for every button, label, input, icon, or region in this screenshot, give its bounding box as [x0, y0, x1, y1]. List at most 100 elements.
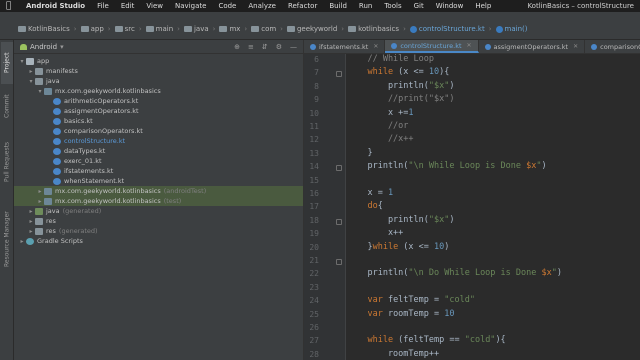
- menu-file[interactable]: File: [91, 2, 115, 10]
- menu-build[interactable]: Build: [323, 2, 353, 10]
- tree-item[interactable]: exerc_01.kt: [14, 156, 303, 166]
- breadcrumb-item[interactable]: java: [183, 25, 209, 33]
- code-line: // While Loop: [347, 54, 434, 67]
- tree-item[interactable]: arithmeticOperators.kt: [14, 96, 303, 106]
- menu-edit[interactable]: Edit: [115, 2, 141, 10]
- chevron-right-icon[interactable]: ▸: [27, 228, 35, 235]
- folder-icon: [219, 26, 228, 32]
- menu-window[interactable]: Window: [430, 2, 470, 10]
- tree-item-label: assigmentOperators.kt: [64, 107, 139, 115]
- code-token: while: [372, 241, 399, 252]
- menu-git[interactable]: Git: [408, 2, 430, 10]
- tree-item[interactable]: ▸ res (generated): [14, 226, 303, 236]
- chevron-down-icon[interactable]: ▾: [18, 58, 26, 65]
- tree-item[interactable]: ▸ mx.com.geekyworld.kotlinbasics (androidT…: [14, 186, 303, 196]
- tree-item-label: res: [46, 217, 56, 225]
- tool-tab-pull-requests[interactable]: Pull Requests: [1, 132, 13, 192]
- tree-item[interactable]: assigmentOperators.kt: [14, 106, 303, 116]
- breadcrumb-item[interactable]: main(): [495, 25, 528, 33]
- fold-marker-icon[interactable]: [336, 218, 342, 225]
- breadcrumb: KotlinBasics › app › src › main › java › mx › com › ge…: [18, 25, 528, 33]
- chevron-down-icon[interactable]: ▾: [36, 88, 44, 95]
- app-menu[interactable]: Android Studio: [20, 2, 91, 10]
- tree-item[interactable]: ▸ mx.com.geekyworld.kotlinbasics (test): [14, 196, 303, 206]
- expand-all-icon[interactable]: ⇵: [262, 43, 268, 51]
- project-view-selector[interactable]: Android ▾: [20, 43, 64, 51]
- line-number: 8: [314, 81, 319, 91]
- editor-tab[interactable]: assigmentOperators.kt ✕: [479, 40, 586, 53]
- menu-code[interactable]: Code: [212, 2, 242, 10]
- tool-tab-project[interactable]: Project: [1, 42, 13, 84]
- chevron-down-icon[interactable]: ▾: [27, 78, 35, 85]
- kotlin-file-icon: [53, 117, 61, 125]
- chevron-right-icon[interactable]: ▸: [18, 238, 26, 245]
- code-line: var feltTemp = "cold": [347, 295, 475, 308]
- close-icon[interactable]: ✕: [373, 43, 378, 50]
- tree-item[interactable]: whenStatement.kt: [14, 176, 303, 186]
- breadcrumb-item[interactable]: KotlinBasics: [18, 25, 70, 33]
- code-token: ): [449, 80, 455, 91]
- tool-tab-commit[interactable]: Commit: [1, 88, 13, 124]
- tree-item[interactable]: ▾ java: [14, 76, 303, 86]
- editor-tab[interactable]: ifstatements.kt ✕: [304, 40, 386, 53]
- menu-navigate[interactable]: Navigate: [169, 2, 212, 10]
- kotlin-file-icon: [310, 43, 316, 50]
- menu-view[interactable]: View: [140, 2, 169, 10]
- code-line: //or: [347, 121, 408, 134]
- breadcrumb-item[interactable]: mx: [219, 25, 240, 33]
- chevron-right-icon[interactable]: ▸: [36, 198, 44, 205]
- breadcrumb-item[interactable]: main: [145, 25, 173, 33]
- line-number: 21: [309, 256, 319, 265]
- fold-marker-icon[interactable]: [336, 71, 342, 78]
- tree-item[interactable]: ▾ app: [14, 56, 303, 66]
- breadcrumb-label: main(): [504, 25, 528, 33]
- editor-tab[interactable]: comparisonOperators.kt✕: [585, 40, 640, 53]
- fold-marker-icon[interactable]: [336, 165, 342, 172]
- tree-item[interactable]: ifstatements.kt: [14, 166, 303, 176]
- chevron-right-icon: ›: [244, 25, 248, 33]
- menu-refactor[interactable]: Refactor: [282, 2, 323, 10]
- tool-tab-resource-manager[interactable]: Resource Manager: [1, 200, 13, 278]
- tree-item[interactable]: ▾ mx.com.geekyworld.kotlinbasics: [14, 86, 303, 96]
- chevron-right-icon[interactable]: ▸: [27, 68, 35, 75]
- tree-item[interactable]: ▸ res: [14, 216, 303, 226]
- tree-item[interactable]: controlStructure.kt: [14, 136, 303, 146]
- breadcrumb-item[interactable]: kotlinbasics: [348, 25, 399, 33]
- tree-item[interactable]: basics.kt: [14, 116, 303, 126]
- tree-item[interactable]: dataTypes.kt: [14, 146, 303, 156]
- line-number: 28: [309, 349, 319, 359]
- close-icon[interactable]: ✕: [467, 42, 472, 49]
- code-editor[interactable]: // While Loop while (x <= 10){ println("…: [347, 54, 640, 360]
- line-number: 6: [314, 55, 319, 64]
- tree-item-label: ifstatements.kt: [64, 167, 114, 175]
- breadcrumb-item[interactable]: com: [251, 25, 276, 33]
- locate-file-icon[interactable]: ⊕: [234, 43, 240, 51]
- menu-tools[interactable]: Tools: [378, 2, 407, 10]
- chevron-right-icon[interactable]: ▸: [27, 218, 35, 225]
- fold-marker-icon[interactable]: [336, 259, 342, 265]
- code-line: while (feltTemp == "cold"){: [347, 335, 505, 348]
- chevron-right-icon[interactable]: ▸: [36, 188, 44, 195]
- tree-item[interactable]: ▸ manifests: [14, 66, 303, 76]
- tree-item[interactable]: comparisonOperators.kt: [14, 126, 303, 136]
- hide-panel-icon[interactable]: —: [290, 43, 297, 51]
- chevron-right-icon[interactable]: ▸: [27, 208, 35, 215]
- code-token: //print("$x"): [347, 94, 455, 105]
- line-number: 10: [309, 108, 319, 118]
- menu-help[interactable]: Help: [469, 2, 497, 10]
- menu-run[interactable]: Run: [353, 2, 378, 10]
- apple-menu-icon[interactable]: : [6, 1, 20, 11]
- breadcrumb-item[interactable]: controlStructure.kt: [409, 25, 485, 33]
- breadcrumb-label: kotlinbasics: [358, 25, 400, 33]
- tree-item-hint: (generated): [62, 207, 102, 215]
- breadcrumb-item[interactable]: src: [114, 25, 135, 33]
- collapse-all-icon[interactable]: ≡: [248, 43, 254, 51]
- tree-item[interactable]: ▸ Gradle Scripts: [14, 236, 303, 246]
- gear-icon[interactable]: ⚙: [276, 43, 282, 51]
- breadcrumb-item[interactable]: geekyworld: [286, 25, 337, 33]
- menu-analyze[interactable]: Analyze: [242, 2, 282, 10]
- tree-item[interactable]: ▸ java (generated): [14, 206, 303, 216]
- editor-tab[interactable]: controlStructure.kt ✕: [385, 40, 479, 53]
- close-icon[interactable]: ✕: [573, 43, 578, 50]
- breadcrumb-item[interactable]: app: [80, 25, 104, 33]
